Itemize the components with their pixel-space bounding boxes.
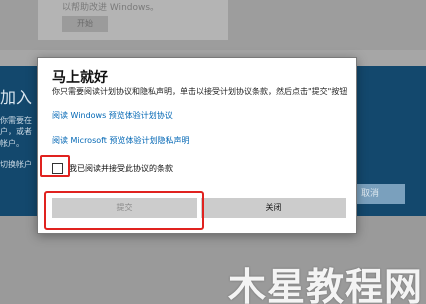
agree-checkbox-label[interactable]: 我已阅读并接受此协议的条款 xyxy=(69,163,173,174)
background-start-button: 开始 xyxy=(62,16,108,32)
agree-checkbox-row[interactable]: 我已阅读并接受此协议的条款 xyxy=(52,161,173,175)
dialog-body-text: 你只需要阅读计划协议和隐私声明，单击以接受计划协议条款，然后点击"提交"按钮 xyxy=(52,87,348,96)
submit-highlight-box xyxy=(44,191,204,230)
site-watermark: 木星教程网 xyxy=(228,265,424,304)
background-text-line: 你需要在 xyxy=(0,116,32,125)
background-text-line: 户，或者 xyxy=(0,127,32,136)
dialog-title: 马上就好 xyxy=(52,70,108,86)
background-text-line: 帐户。 xyxy=(0,139,24,148)
close-button[interactable]: 关闭 xyxy=(201,198,346,218)
insider-agreement-link[interactable]: 阅读 Windows 预览体验计划协议 xyxy=(52,110,173,121)
background-subtitle: 以帮助改进 Windows。 xyxy=(62,3,160,13)
background-switch-account-link: 切换帐户 xyxy=(0,160,32,169)
checkbox-highlight-box xyxy=(40,155,70,177)
privacy-statement-link[interactable]: 阅读 Microsoft 预览体验计划隐私声明 xyxy=(52,135,190,146)
